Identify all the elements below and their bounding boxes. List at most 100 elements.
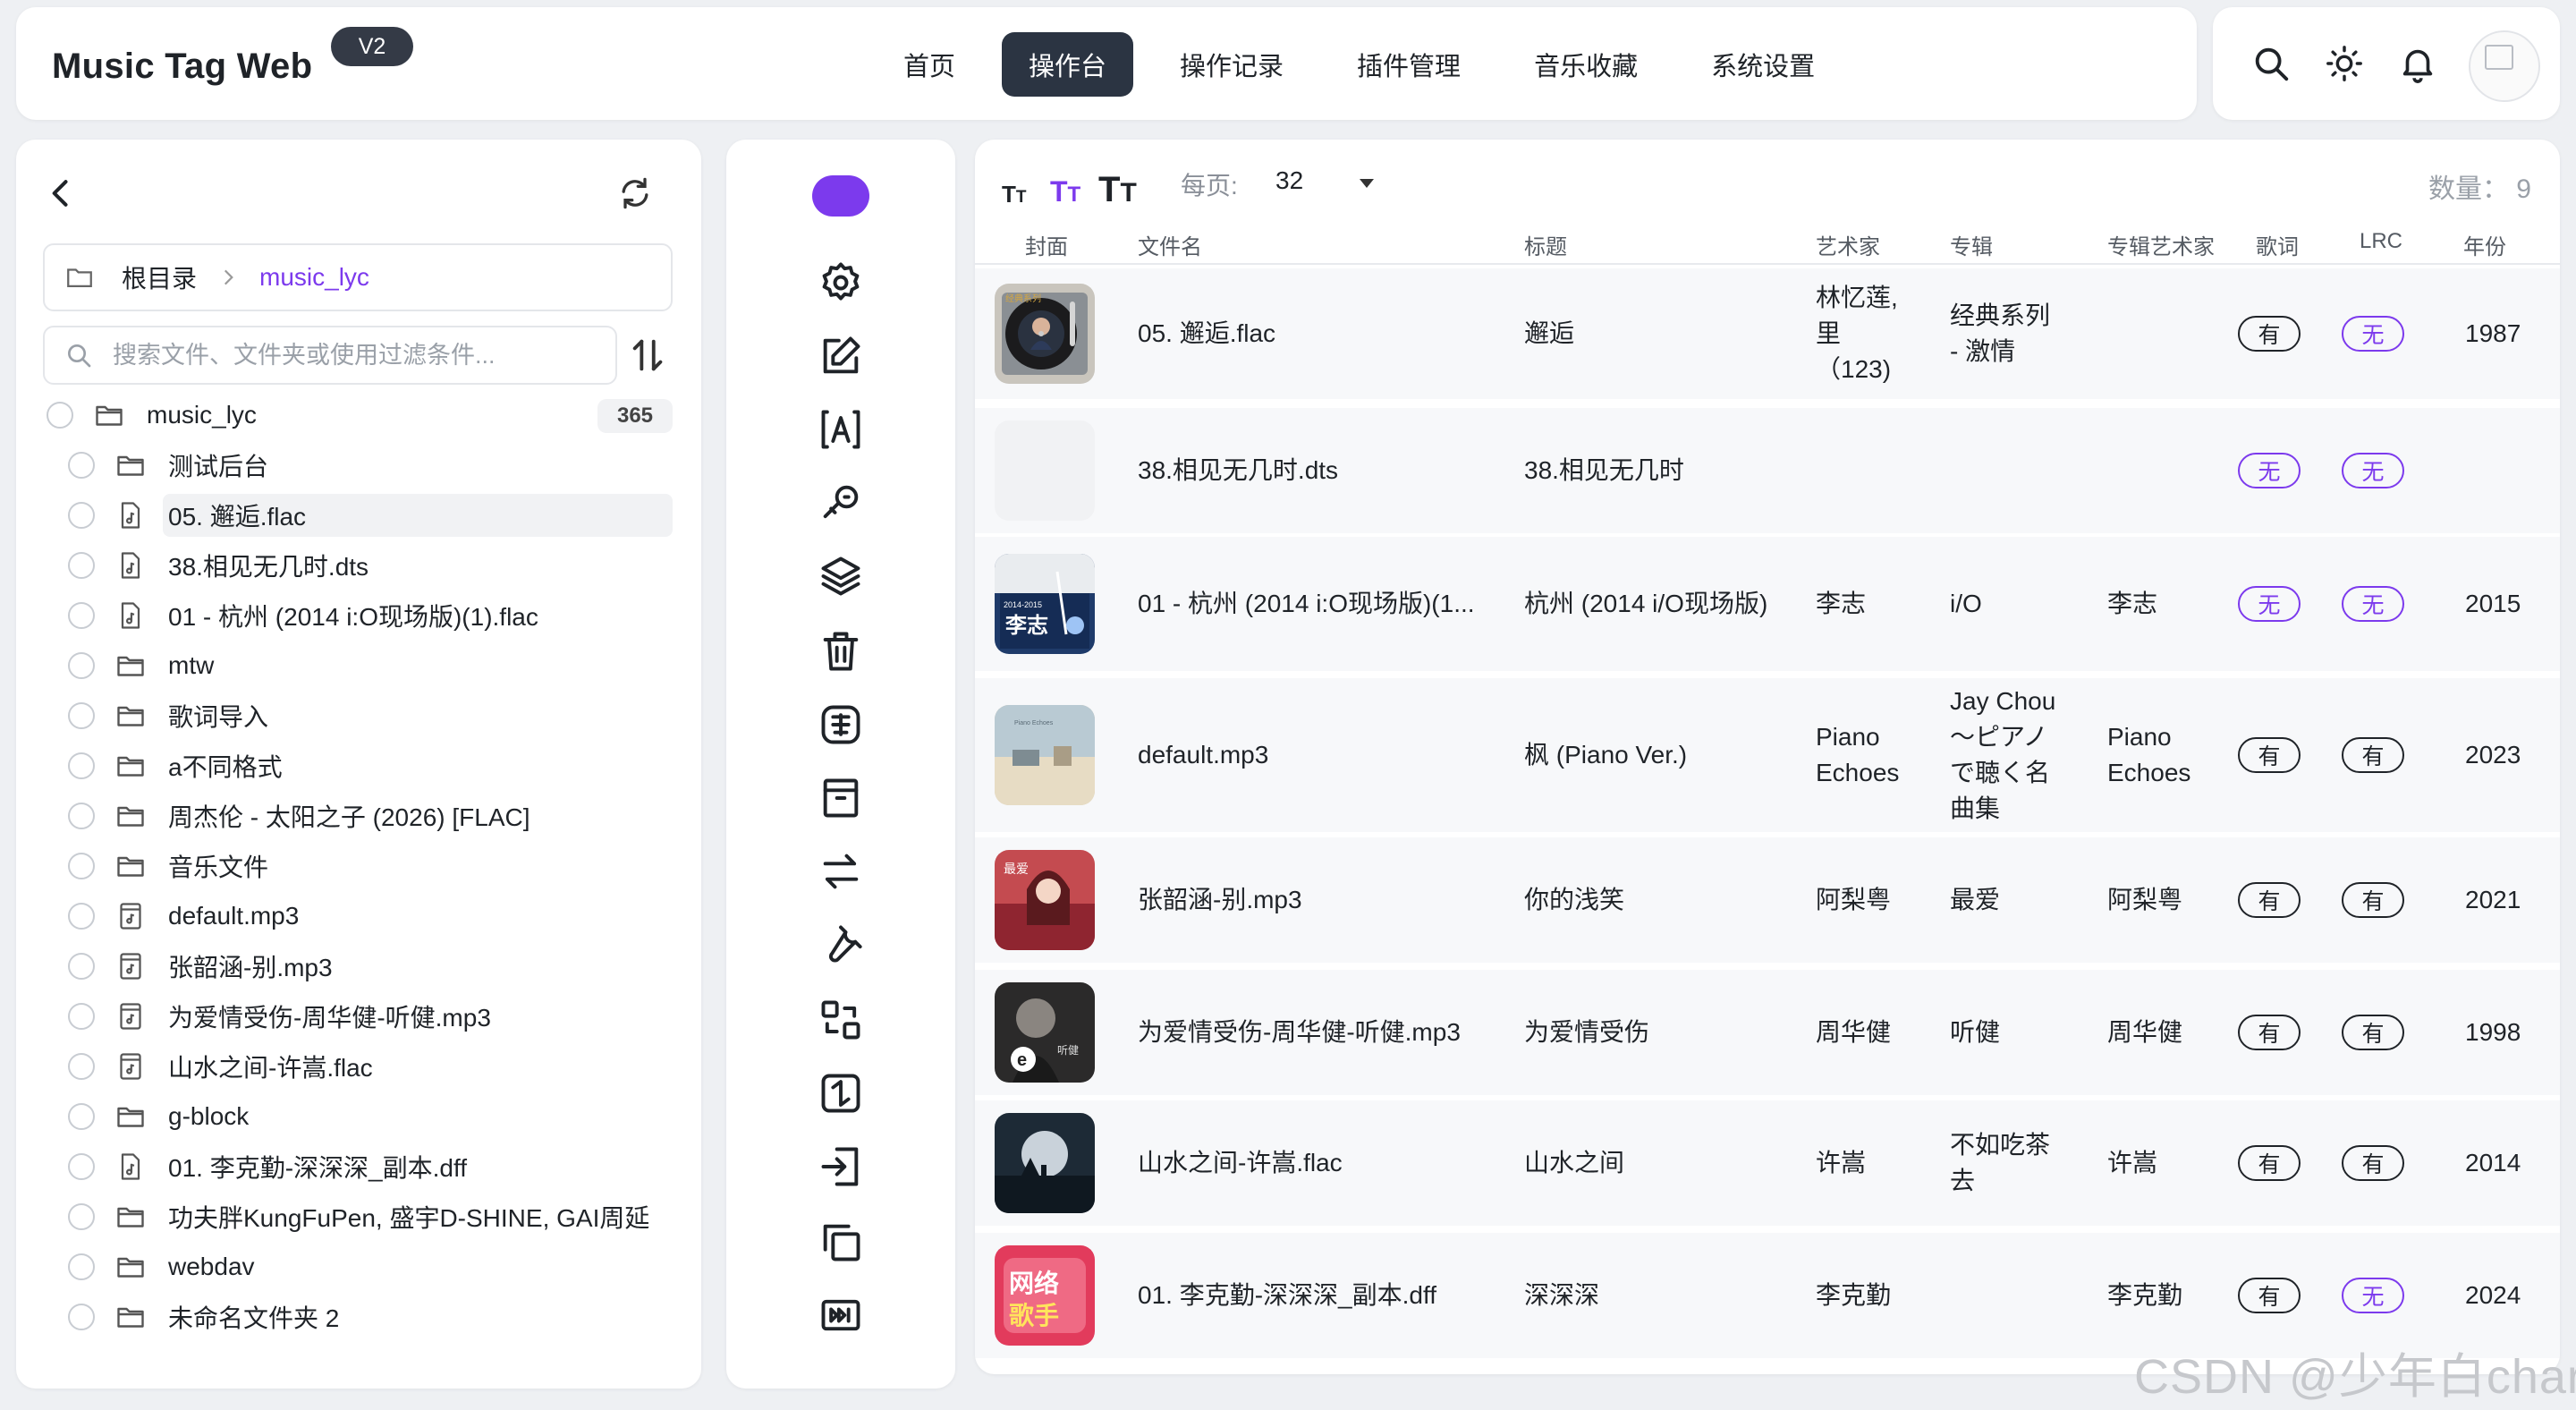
swap-icon[interactable]: [818, 848, 864, 895]
cell-title[interactable]: 山水之间: [1524, 1145, 1624, 1181]
import-icon[interactable]: [818, 1143, 864, 1190]
audio-fingerprint-icon[interactable]: [818, 480, 864, 526]
convert-icon[interactable]: [818, 997, 864, 1043]
cell-album[interactable]: 最爱: [1950, 882, 2000, 918]
column-header[interactable]: 艺术家: [1816, 229, 1880, 260]
tree-item-label[interactable]: webdav: [168, 1253, 255, 1281]
tree-item[interactable]: 01. 李克勤-深深深_副本.dff: [16, 1142, 701, 1192]
cell-title[interactable]: 枫 (Piano Ver.): [1524, 737, 1687, 773]
tree-item-label[interactable]: 05. 邂逅.flac: [168, 497, 306, 533]
cell-filename[interactable]: 山水之间-许嵩.flac: [1138, 1145, 1343, 1181]
tree-item[interactable]: 山水之间-许嵩.flac: [16, 1041, 701, 1091]
tree-item[interactable]: 张韶涵-别.mp3: [16, 941, 701, 991]
tree-checkbox[interactable]: [68, 853, 95, 879]
cell-filename[interactable]: 05. 邂逅.flac: [1138, 316, 1275, 352]
album-cover[interactable]: [995, 1113, 1095, 1213]
table-row[interactable]: 最爱 张韶涵-别.mp3 你的浅笑 阿梨粤 最爱 阿梨粤有有 2021: [975, 837, 2560, 963]
tree-item-label[interactable]: default.mp3: [168, 902, 299, 930]
cell-album[interactable]: Jay Chou ～ピアノ で聴く名 曲集: [1950, 684, 2055, 827]
layers-icon[interactable]: [818, 553, 864, 599]
tree-item-label[interactable]: 音乐文件: [168, 848, 268, 884]
cell-album-artist[interactable]: 周华健: [2107, 1015, 2182, 1050]
tree-item[interactable]: 歌词导入: [16, 691, 701, 741]
tree-item-label[interactable]: 张韶涵-别.mp3: [168, 948, 333, 984]
tree-item[interactable]: 为爱情受伤-周华健-听健.mp3: [16, 991, 701, 1041]
tree-checkbox[interactable]: [68, 552, 95, 579]
cell-title[interactable]: 为爱情受伤: [1524, 1015, 1649, 1050]
album-cover[interactable]: [995, 420, 1095, 521]
font-medium-icon[interactable]: TT: [1050, 175, 1080, 208]
traditional-chinese-icon[interactable]: [818, 701, 864, 748]
cell-title[interactable]: 邂逅: [1524, 316, 1574, 352]
fast-forward-icon[interactable]: [818, 1292, 864, 1338]
tree-checkbox[interactable]: [68, 903, 95, 930]
cell-artist[interactable]: 李志: [1816, 586, 1866, 622]
tree-item-label[interactable]: 01 - 杭州 (2014 i:O现场版)(1).flac: [168, 598, 538, 633]
cell-filename[interactable]: 张韶涵-别.mp3: [1138, 882, 1302, 918]
cell-album[interactable]: 听健: [1950, 1015, 2000, 1050]
refresh-icon[interactable]: [615, 174, 655, 213]
cell-filename[interactable]: 38.相见无几时.dts: [1138, 453, 1338, 488]
tree-item[interactable]: webdav: [16, 1242, 701, 1292]
text-recognize-icon[interactable]: [818, 406, 864, 453]
tree-item[interactable]: 测试后台: [16, 440, 701, 490]
column-header[interactable]: 专辑: [1950, 229, 1993, 260]
cell-filename[interactable]: 01. 李克勤-深深深_副本.dff: [1138, 1278, 1436, 1313]
tree-item-label[interactable]: mtw: [168, 651, 214, 680]
table-row[interactable]: 2014-2015 李志 01 - 杭州 (2014 i:O现场版)(1... 杭州 …: [975, 537, 2560, 671]
tree-checkbox[interactable]: [68, 1053, 95, 1080]
tree-checkbox[interactable]: [68, 1103, 95, 1130]
tree-checkbox[interactable]: [47, 402, 73, 429]
cell-album-artist[interactable]: Piano Echoes: [2107, 719, 2190, 791]
cell-artist[interactable]: 许嵩: [1816, 1145, 1866, 1181]
column-header[interactable]: 专辑艺术家: [2107, 229, 2215, 260]
cell-title[interactable]: 杭州 (2014 i/O现场版): [1524, 586, 1767, 622]
table-row[interactable]: Piano Echoes default.mp3 枫 (Piano Ver.) Pia…: [975, 678, 2560, 832]
font-small-icon[interactable]: TT: [1002, 181, 1027, 208]
tree-checkbox[interactable]: [68, 652, 95, 679]
cell-album-artist[interactable]: 李志: [2107, 586, 2157, 622]
column-header[interactable]: 歌词: [2256, 229, 2299, 260]
table-row[interactable]: 山水之间-许嵩.flac 山水之间 许嵩 不如吃茶去 许嵩 有 有 2014: [975, 1100, 2560, 1226]
cell-filename[interactable]: default.mp3: [1138, 737, 1268, 773]
tree-item-label[interactable]: a不同格式: [168, 748, 283, 784]
cell-album[interactable]: 经典系列 - 激情: [1950, 298, 2050, 369]
breadcrumb-root[interactable]: 根目录: [122, 259, 197, 295]
album-cover[interactable]: e 听健: [995, 982, 1095, 1083]
tree-item[interactable]: default.mp3: [16, 891, 701, 941]
column-header[interactable]: 封面: [1025, 229, 1068, 260]
tree-item[interactable]: 01 - 杭州 (2014 i:O现场版)(1).flac: [16, 590, 701, 641]
cell-album-artist[interactable]: 李克勤: [2107, 1278, 2182, 1313]
cell-artist[interactable]: 林忆莲, 里 （123): [1816, 280, 1898, 387]
nav-item-4[interactable]: 音乐收藏: [1507, 32, 1665, 97]
cell-artist[interactable]: Piano Echoes: [1816, 719, 1899, 791]
breadcrumb-current[interactable]: music_lyc: [259, 263, 369, 292]
tree-item-label[interactable]: 歌词导入: [168, 698, 268, 734]
tree-item-label[interactable]: 01. 李克勤-深深深_副本.dff: [168, 1149, 467, 1185]
album-cover[interactable]: 最爱: [995, 850, 1095, 950]
tree-checkbox[interactable]: [68, 602, 95, 629]
bell-icon[interactable]: [2397, 43, 2438, 84]
back-icon[interactable]: [41, 174, 80, 213]
wrench-icon[interactable]: [818, 922, 864, 968]
tree-item[interactable]: 05. 邂逅.flac: [16, 490, 701, 540]
table-row[interactable]: 38.相见无几时.dts 38.相见无几时 无 无: [975, 408, 2560, 533]
search-icon[interactable]: [2250, 43, 2292, 84]
mode-pill[interactable]: [812, 175, 869, 217]
tree-item[interactable]: a不同格式: [16, 741, 701, 791]
tree-checkbox[interactable]: [68, 452, 95, 479]
cell-artist[interactable]: 阿梨粤: [1816, 882, 1891, 918]
tree-checkbox[interactable]: [68, 1253, 95, 1280]
settings-icon[interactable]: [818, 259, 864, 306]
column-header[interactable]: 标题: [1524, 229, 1567, 260]
column-header[interactable]: 年份: [2463, 229, 2506, 260]
chevron-down-icon[interactable]: [1360, 179, 1374, 188]
tree-item-label[interactable]: 未命名文件夹 2: [168, 1299, 339, 1335]
table-row[interactable]: e 听健 为爱情受伤-周华健-听健.mp3 为爱情受伤 周华健 听健 周华健有有 1998: [975, 970, 2560, 1095]
cell-title[interactable]: 你的浅笑: [1524, 882, 1624, 918]
edit-icon[interactable]: [818, 333, 864, 379]
tree-checkbox[interactable]: [68, 1153, 95, 1180]
album-cover[interactable]: Piano Echoes: [995, 705, 1095, 805]
album-cover[interactable]: 网络 歌手: [995, 1245, 1095, 1346]
album-cover[interactable]: 经典系列: [995, 284, 1095, 384]
